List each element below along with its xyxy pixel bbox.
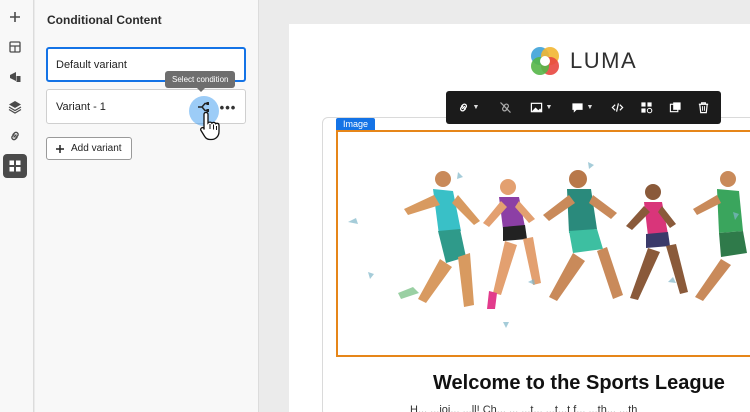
plus-icon [56,144,64,153]
delete-button[interactable] [689,91,717,124]
plus-icon[interactable] [3,5,27,29]
add-variant-button[interactable]: Add variant [46,137,132,160]
chevron-down-icon: ▼ [545,104,553,111]
luma-logo-icon [531,47,559,75]
image-block[interactable] [336,130,750,357]
comment-icon [571,103,583,113]
email-headline: Welcome to the Sports League [433,372,725,394]
brand-name: LUMA [570,48,638,73]
duplicate-icon [669,102,681,113]
link-icon [459,103,467,112]
unlink-button[interactable] [490,91,520,124]
conditional-content-icon[interactable] [3,154,27,178]
image-button[interactable]: ▼ [520,91,562,124]
duplicate-button[interactable] [661,91,689,124]
hand-cursor-icon [200,111,220,141]
component-toolbar: ▼ ▼ ▼ [446,91,721,124]
panel-title: Conditional Content [47,13,162,27]
link-icon[interactable] [3,124,27,148]
assets-icon[interactable] [3,65,27,89]
layers-icon[interactable] [3,95,27,119]
unlink-icon [499,102,511,113]
runners-image [348,162,747,328]
variant-label: Variant - 1 [56,100,106,113]
ellipsis-icon: ••• [219,99,237,115]
code-icon [611,103,623,112]
tooltip-select-condition: Select condition [165,71,236,92]
code-button[interactable] [602,91,632,124]
add-variant-label: Add variant [71,143,122,154]
comment-button[interactable]: ▼ [562,91,602,124]
link-button[interactable]: ▼ [446,91,490,124]
email-subline: H... ...joi... ...ll! Ch... ... ...t... … [410,404,638,412]
fragment-icon[interactable] [3,35,27,59]
variant-label: Default variant [56,58,127,71]
left-rail [0,0,34,412]
conditional-icon [641,102,653,114]
chevron-down-icon: ▼ [586,104,594,111]
brand-logo: LUMA [528,44,637,78]
chevron-down-icon: ▼ [472,104,480,111]
image-icon [530,102,542,113]
conditional-content-panel: Conditional Content Default variant Vari… [35,0,259,412]
conditional-button[interactable] [632,91,661,124]
trash-icon [698,102,708,114]
